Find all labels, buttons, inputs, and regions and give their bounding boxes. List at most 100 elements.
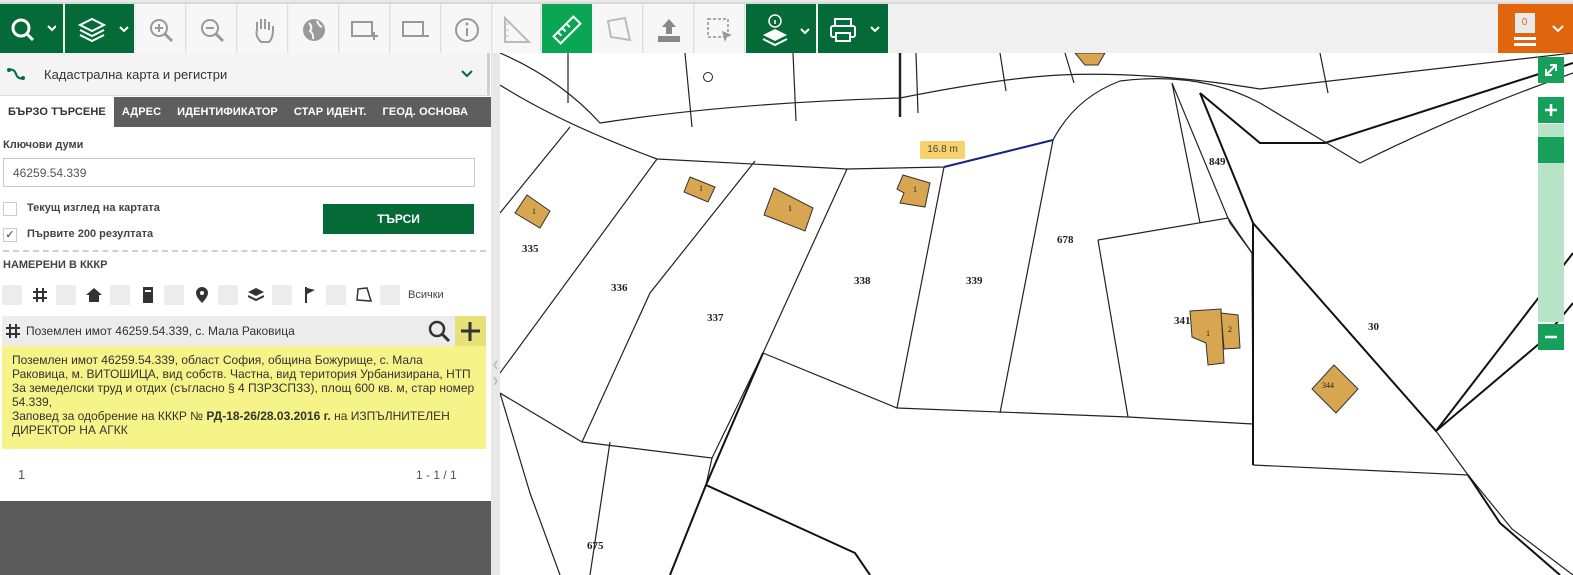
search-icon (11, 18, 56, 41)
zoom-slider-handle[interactable] (1538, 137, 1564, 163)
order-number: РД-18-26/28.03.2016 г. (206, 409, 331, 423)
menu-line-2 (1513, 43, 1536, 46)
svg-text:2: 2 (1228, 325, 1232, 334)
filter-all-label: Всички (408, 289, 444, 301)
minus-icon (1545, 335, 1557, 339)
filter-checkbox[interactable] (164, 285, 184, 305)
filter-checkbox[interactable] (218, 285, 238, 305)
svg-text:675: 675 (587, 540, 604, 552)
register-dropdown[interactable]: Кадастрална карта и регистри (0, 53, 490, 96)
tab-quick-search[interactable]: БЪРЗО ТЪРСЕНЕ (0, 97, 114, 127)
layers-icon (77, 17, 129, 42)
page-number[interactable]: 1 (18, 467, 25, 482)
feature-info-menu-button[interactable] (746, 4, 816, 55)
plus-icon (1545, 104, 1557, 116)
svg-text:335: 335 (522, 243, 539, 255)
tab-identifier[interactable]: ИДЕНТИФИКАТОР (169, 97, 286, 127)
filter-checkbox[interactable] (56, 285, 76, 305)
zoom-in-button[interactable] (136, 4, 186, 55)
zoom-to-result-button[interactable] (427, 319, 452, 344)
info-layers-icon (762, 13, 810, 46)
keywords-input[interactable]: 46259.54.339 (3, 158, 475, 187)
keywords-label: Ключови думи (3, 139, 84, 151)
flag-icon[interactable] (300, 285, 320, 305)
identify-button[interactable] (442, 4, 492, 55)
home-icon[interactable] (84, 285, 104, 305)
buildings (514, 53, 1359, 414)
select-area-button[interactable] (695, 4, 745, 55)
pan-button[interactable] (238, 4, 288, 55)
grid-icon[interactable] (30, 285, 50, 305)
register-dropdown-title: Кадастрална карта и регистри (44, 67, 228, 82)
zoom-rect-in-button[interactable] (340, 4, 390, 55)
filter-checkbox[interactable] (380, 285, 400, 305)
search-icon (428, 320, 451, 343)
cadastral-map[interactable]: 335 336 337 338 339 678 849 341 30 675 1… (500, 53, 1573, 575)
map-canvas[interactable]: 335 336 337 338 339 678 849 341 30 675 1… (500, 53, 1573, 575)
panel-splitter[interactable] (491, 53, 500, 575)
page-range: 1 - 1 / 1 (416, 468, 457, 482)
apartment-icon[interactable] (138, 285, 158, 305)
svg-text:339: 339 (966, 275, 983, 287)
tab-old-identifier[interactable]: СТАР ИДЕНТ. (286, 97, 375, 127)
layers-icon[interactable] (246, 285, 266, 305)
first200-checkbox[interactable]: ✓ (3, 228, 17, 242)
tab-address[interactable]: АДРЕС (114, 97, 169, 127)
search-tabs: БЪРЗО ТЪРСЕНЕ АДРЕС ИДЕНТИФИКАТОР СТАР И… (0, 97, 491, 127)
main-toolbar: 0 (0, 2, 1573, 55)
svg-text:337: 337 (707, 312, 724, 324)
fullscreen-button[interactable] (1538, 57, 1564, 83)
order-prefix: Заповед за одобрение на КККР № (12, 409, 207, 423)
building-344 (1311, 364, 1359, 414)
hand-icon (255, 18, 274, 43)
notification-badge: 0 (1514, 13, 1535, 33)
filter-checkbox[interactable] (110, 285, 130, 305)
current-view-label: Текущ изглед на картата (27, 202, 160, 214)
zoom-out-icon (200, 18, 224, 42)
info-icon (454, 17, 479, 42)
svg-text:344: 344 (1322, 381, 1334, 390)
print-menu-button[interactable] (818, 4, 888, 55)
filter-checkbox[interactable] (2, 285, 22, 305)
search-menu-button[interactable] (0, 4, 63, 55)
map-zoom-in-button[interactable] (1538, 97, 1564, 123)
layers-menu-button[interactable] (65, 4, 134, 55)
zoom-in-icon (149, 18, 173, 42)
zoom-rect-out-button[interactable] (391, 4, 441, 55)
filter-checkbox[interactable] (272, 285, 292, 305)
first200-label: Първите 200 резултата (27, 228, 154, 240)
svg-text:1: 1 (1206, 329, 1210, 338)
result-header[interactable]: Поземлен имот 46259.54.339, с. Мала Рако… (2, 316, 486, 346)
user-menu-button[interactable]: 0 (1498, 4, 1573, 55)
cadastre-route-icon (7, 68, 25, 80)
svg-text:1: 1 (699, 184, 703, 193)
map-zoom-out-button[interactable] (1538, 324, 1564, 350)
measure-settings-button[interactable] (493, 4, 541, 55)
menu-line-1 (1513, 37, 1536, 40)
svg-text:30: 30 (1368, 321, 1380, 333)
upload-button[interactable] (644, 4, 694, 55)
map-marker-icon[interactable] (192, 285, 212, 305)
tab-geodetic-base[interactable]: ГЕОД. ОСНОВА (375, 97, 476, 127)
result-description: Поземлен имот 46259.54.339, област София… (12, 353, 475, 409)
add-result-button[interactable] (455, 316, 486, 346)
svg-text:1: 1 (788, 204, 792, 213)
full-extent-button[interactable] (289, 4, 339, 55)
expand-icon (1545, 64, 1557, 76)
measure-distance-button[interactable] (542, 4, 592, 55)
zoom-out-button[interactable] (187, 4, 237, 55)
svg-text:1: 1 (913, 185, 917, 194)
measure-tooltip: 16.8 m (920, 141, 965, 159)
survey-point (703, 72, 713, 82)
chevron-down-icon (461, 70, 473, 78)
polygon-icon[interactable] (354, 285, 374, 305)
collapse-arrows-icon (493, 360, 498, 386)
measure-area-button[interactable] (593, 4, 643, 55)
result-order: Заповед за одобрение на КККР № РД-18-26/… (12, 409, 476, 437)
polygon-icon (606, 16, 631, 41)
filter-checkbox[interactable] (326, 285, 346, 305)
svg-text:338: 338 (854, 275, 871, 287)
found-label: НАМЕРЕНИ В КККР (3, 259, 108, 271)
current-view-checkbox[interactable] (3, 202, 17, 216)
search-button[interactable]: ТЪРСИ (323, 204, 474, 234)
